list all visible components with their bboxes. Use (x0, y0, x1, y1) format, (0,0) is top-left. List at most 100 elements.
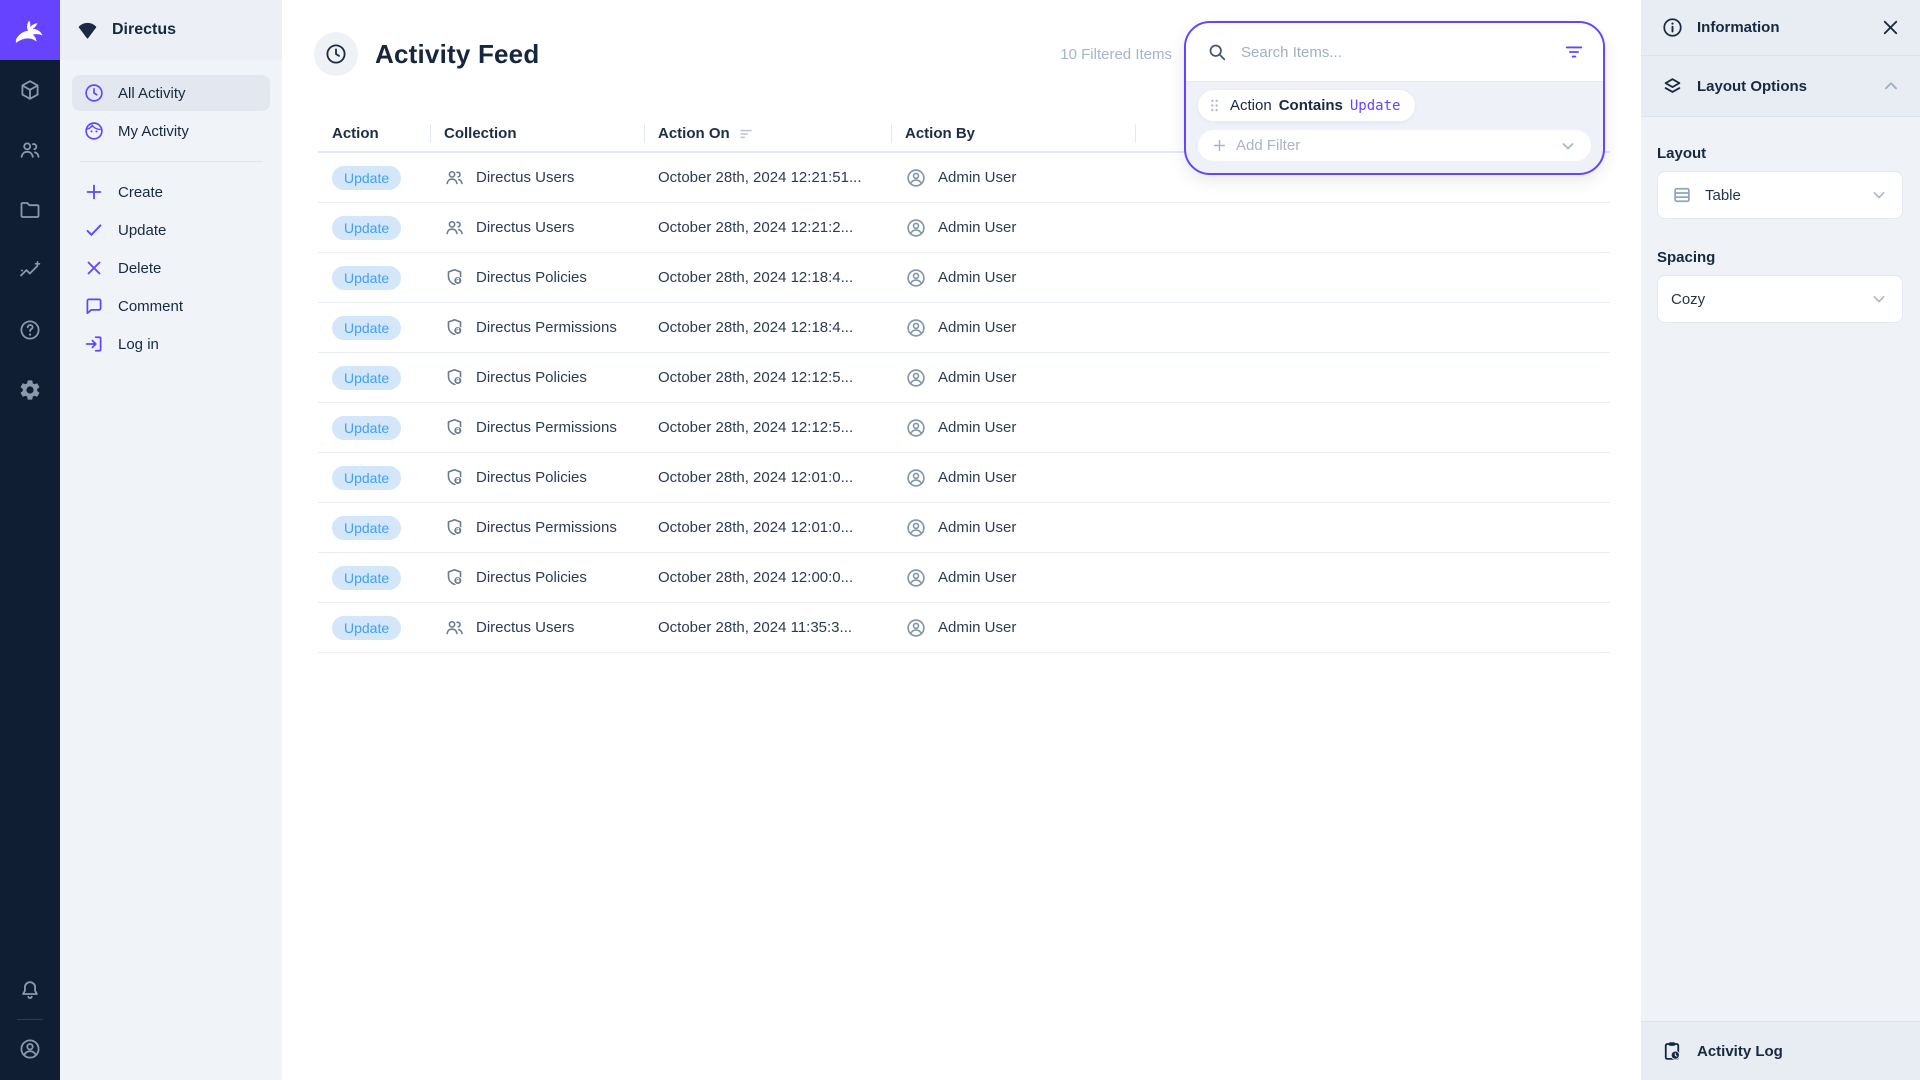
filter-field[interactable]: Action (1230, 97, 1272, 114)
nav-item-all-activity[interactable]: All Activity (72, 75, 270, 111)
table-row[interactable]: Update Directus Policies October 28th, 202… (318, 253, 1610, 303)
action-by-value: Admin User (938, 219, 1016, 236)
module-insights[interactable] (0, 240, 60, 300)
column-header-action[interactable]: Action (318, 116, 430, 151)
table-row[interactable]: UpdateDirectus UsersOctober 28th, 2024 1… (318, 603, 1610, 653)
account-circle-icon (905, 417, 927, 439)
column-header-action-on[interactable]: Action On (644, 116, 891, 151)
table-row[interactable]: UpdateDirectus PermissionsOctober 28th, … (318, 503, 1610, 553)
table-row[interactable]: UpdateDirectus UsersOctober 28th, 2024 1… (318, 203, 1610, 253)
spacing-select[interactable]: Cozy (1657, 275, 1903, 323)
comment-icon (83, 295, 105, 317)
module-files[interactable] (0, 180, 60, 240)
module-settings[interactable] (0, 360, 60, 420)
action-badge: Update (332, 366, 401, 390)
module-help[interactable] (0, 300, 60, 360)
shield-lock-icon (444, 567, 465, 588)
column-header-action-by[interactable]: Action By (891, 116, 1135, 151)
nav-item-label: Comment (118, 298, 183, 315)
action-badge: Update (332, 566, 401, 590)
activity-table: ActionCollectionAction OnAction By Updat… (318, 116, 1610, 653)
module-bar-bottom (0, 961, 60, 1080)
chevron-up-icon[interactable] (1880, 75, 1902, 97)
layout-options-header[interactable]: Layout Options (1641, 56, 1920, 117)
module-notifications[interactable] (0, 961, 60, 1019)
info-icon (1661, 16, 1684, 39)
collection-name: Directus Permissions (476, 319, 617, 336)
action-by-value: Admin User (938, 519, 1016, 536)
action-badge: Update (332, 616, 401, 640)
account-circle-icon (905, 317, 927, 339)
search-row (1186, 23, 1603, 81)
check-icon (83, 219, 105, 241)
nav-item-comment[interactable]: Comment (72, 288, 270, 324)
collection-name: Directus Policies (476, 469, 587, 486)
account-circle-icon (905, 267, 927, 289)
table-row[interactable]: UpdateDirectus PoliciesOctober 28th, 202… (318, 353, 1610, 403)
filter-rule[interactable]: Action Contains Update (1198, 90, 1415, 121)
project-header[interactable]: Directus (60, 0, 282, 60)
collection-name: Directus Policies (476, 269, 587, 286)
clock-icon (83, 82, 105, 104)
module-content[interactable] (0, 60, 60, 120)
layers-icon (1661, 75, 1684, 98)
nav-item-my-activity[interactable]: My Activity (72, 113, 270, 149)
table-row[interactable]: UpdateDirectus PermissionsOctober 28th, … (318, 403, 1610, 453)
account-circle-icon (905, 567, 927, 589)
action-badge: Update (332, 216, 401, 240)
action-badge: Update (332, 516, 401, 540)
table-row[interactable]: Update Directus Policies October 28th, 202… (318, 453, 1610, 503)
nav-item-delete[interactable]: Delete (72, 250, 270, 286)
nav-item-create[interactable]: Create (72, 174, 270, 210)
collection-name: Directus Permissions (476, 419, 617, 436)
table-row[interactable]: UpdateDirectus PermissionsOctober 28th, … (318, 303, 1610, 353)
account-circle-icon (18, 1037, 42, 1061)
module-user-directory[interactable] (0, 120, 60, 180)
clock-icon (324, 42, 348, 66)
nav-item-update[interactable]: Update (72, 212, 270, 248)
nav-item-label: Update (118, 222, 166, 239)
action-badge: Update (332, 466, 401, 490)
add-filter-button[interactable]: Add Filter (1198, 130, 1591, 161)
nav-item-label: All Activity (118, 85, 186, 102)
account-circle-icon (905, 167, 927, 189)
sort-icon[interactable] (738, 126, 754, 142)
close-icon[interactable] (1879, 16, 1902, 39)
filter-panel: Action Contains Update Add Filter (1186, 81, 1603, 173)
nav-item-label: My Activity (118, 123, 189, 140)
action-on-value: October 28th, 2024 12:01:0... (644, 469, 891, 486)
layout-select-value: Table (1705, 187, 1741, 204)
column-header-collection[interactable]: Collection (430, 116, 644, 151)
action-badge: Update (332, 266, 401, 290)
action-by-value: Admin User (938, 169, 1016, 186)
main-content: Activity Feed 10 Filtered Items Action C… (282, 0, 1641, 1080)
drag-handle-icon[interactable] (1206, 97, 1223, 114)
right-sidebar: Information Layout Options Layout Table … (1641, 0, 1920, 1080)
table-row[interactable]: UpdateDirectus PoliciesOctober 28th, 202… (318, 553, 1610, 603)
search-filter-box: Action Contains Update Add Filter (1184, 21, 1605, 175)
layout-select[interactable]: Table (1657, 171, 1903, 219)
login-icon (83, 333, 105, 355)
table-rows-icon (1671, 184, 1693, 206)
chevron-down-icon[interactable] (1558, 136, 1578, 156)
filter-operator[interactable]: Contains (1279, 97, 1343, 114)
action-by-value: Admin User (938, 369, 1016, 386)
page-icon-badge[interactable] (314, 32, 358, 76)
filter-icon[interactable] (1563, 41, 1585, 63)
shield-lock-icon (444, 317, 465, 338)
activity-log-button[interactable]: Activity Log (1641, 1021, 1920, 1080)
close-icon (83, 257, 105, 279)
search-input[interactable] (1241, 44, 1550, 61)
collection-name: Directus Policies (476, 569, 587, 586)
directus-logo[interactable] (0, 0, 60, 60)
gear-icon (18, 378, 42, 402)
filter-value[interactable]: Update (1350, 98, 1401, 114)
nav-item-log-in[interactable]: Log in (72, 326, 270, 362)
table-body: UpdateDirectus UsersOctober 28th, 2024 1… (318, 153, 1610, 653)
module-account[interactable] (0, 1020, 60, 1078)
information-header[interactable]: Information (1641, 0, 1920, 56)
left-sidebar: Directus All Activity My Activity Create Up… (60, 0, 282, 1080)
action-on-value: October 28th, 2024 12:18:4... (644, 269, 891, 286)
chevron-down-icon (1869, 289, 1889, 309)
action-badge: Update (332, 416, 401, 440)
